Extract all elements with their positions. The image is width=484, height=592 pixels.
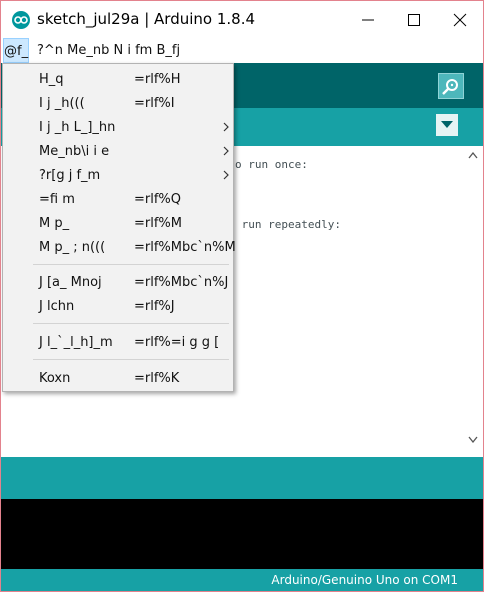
code-line: o run once:: [235, 158, 308, 171]
magnifier-icon: [442, 79, 458, 95]
menu-item-shortcut: =rlf%J: [134, 299, 175, 314]
menu-item-sketchbook[interactable]: Me_nb\i i e: [3, 140, 233, 164]
menu-item-print[interactable]: J lchn =rlf%J: [3, 295, 233, 319]
menu-item-close[interactable]: =fi m =rlf%Q: [3, 188, 233, 212]
menu-item-shortcut: =rlf%Mbc`n%J: [134, 275, 229, 290]
file-menu-dropdown: H_q =rlf%H I j _h((( =rlf%I I j _h L_]_h…: [2, 63, 236, 392]
close-button[interactable]: [437, 1, 483, 38]
code-line: run repeatedly:: [235, 218, 341, 231]
menu-item-label: I j _h L_]_hn: [39, 120, 116, 135]
menu-item-shortcut: =rlf%H: [134, 72, 181, 87]
menu-item-shortcut: =rlf%Q: [134, 192, 182, 207]
chevron-right-icon: [223, 170, 229, 180]
menu-item-label: =fi m: [39, 192, 75, 207]
menu-item-shortcut: =rlf%K: [134, 371, 180, 386]
title-bar[interactable]: sketch_jul29a | Arduino 1.8.4: [1, 1, 483, 38]
menu-item-shortcut: =rlf%Mbc`n%M: [134, 240, 236, 255]
menu-item-open-recent[interactable]: I j _h L_]_hn: [3, 116, 233, 140]
menu-item-save-as[interactable]: M p_ ; n((( =rlf%Mbc`n%M: [3, 236, 236, 260]
menu-item-label: H_q: [39, 72, 64, 87]
console-header: [1, 457, 483, 499]
menu-item-label: ?r[g j f_m: [39, 168, 101, 183]
menu-bar: @f_ ?^n Me_nb N i fm B_fj: [1, 38, 483, 63]
menu-item-open[interactable]: I j _h((( =rlf%I: [3, 92, 233, 116]
menu-item-new[interactable]: H_q =rlf%H: [3, 68, 233, 92]
menu-item-shortcut: =rlf%=i g g [: [134, 335, 220, 350]
menu-item-quit[interactable]: Koxn =rlf%K: [3, 367, 233, 391]
menu-item-label: M p_ ; n(((: [39, 240, 106, 255]
maximize-icon: [408, 14, 420, 26]
minimize-icon: [362, 19, 374, 21]
menu-item-page-setup[interactable]: J [a_ Mnoj =rlf%Mbc`n%J: [3, 271, 233, 295]
menu-item-label: J lchn: [39, 299, 75, 314]
menu-item-label: J [a_ Mnoj: [39, 275, 102, 290]
menu-item-examples[interactable]: ?r[g j f_m: [3, 164, 233, 188]
arduino-window: sketch_jul29a | Arduino 1.8.4 @f_ ?^n Me…: [0, 0, 484, 592]
console-output[interactable]: [1, 499, 483, 569]
maximize-button[interactable]: [391, 1, 437, 38]
menu-item-preferences[interactable]: J l_`_l_h]_m =rlf%=i g g [: [3, 331, 233, 355]
tab-menu-button[interactable]: [436, 114, 458, 136]
serial-monitor-button[interactable]: [438, 73, 464, 99]
scroll-down-icon[interactable]: [468, 436, 478, 443]
menu-item-shortcut: =rlf%M: [134, 216, 182, 231]
scroll-up-icon[interactable]: [468, 152, 478, 159]
menu-item-save[interactable]: M p_ =rlf%M: [3, 212, 233, 236]
close-icon: [453, 13, 467, 27]
menu-other-items[interactable]: ?^n Me_nb N i fm B_fj: [35, 38, 182, 63]
menu-separator: [33, 359, 229, 360]
chevron-right-icon: [223, 146, 229, 156]
vertical-scrollbar[interactable]: [463, 146, 483, 451]
menu-item-label: I j _h(((: [39, 96, 85, 111]
board-status: Arduino/Genuino Uno on COM1: [271, 573, 458, 587]
menu-item-label: J l_`_l_h]_m: [39, 335, 113, 350]
menu-file[interactable]: @f_: [3, 38, 29, 63]
status-bar: Arduino/Genuino Uno on COM1: [1, 569, 483, 591]
menu-separator: [33, 264, 229, 265]
menu-item-label: Koxn: [39, 371, 71, 386]
triangle-down-icon: [441, 121, 453, 128]
chevron-right-icon: [223, 122, 229, 132]
menu-separator: [33, 323, 229, 324]
arduino-logo-icon: [12, 11, 30, 29]
minimize-button[interactable]: [345, 1, 391, 38]
menu-item-label: Me_nb\i i e: [39, 144, 110, 159]
menu-item-label: M p_: [39, 216, 70, 231]
window-title: sketch_jul29a | Arduino 1.8.4: [37, 10, 256, 28]
menu-item-shortcut: =rlf%I: [134, 96, 175, 111]
